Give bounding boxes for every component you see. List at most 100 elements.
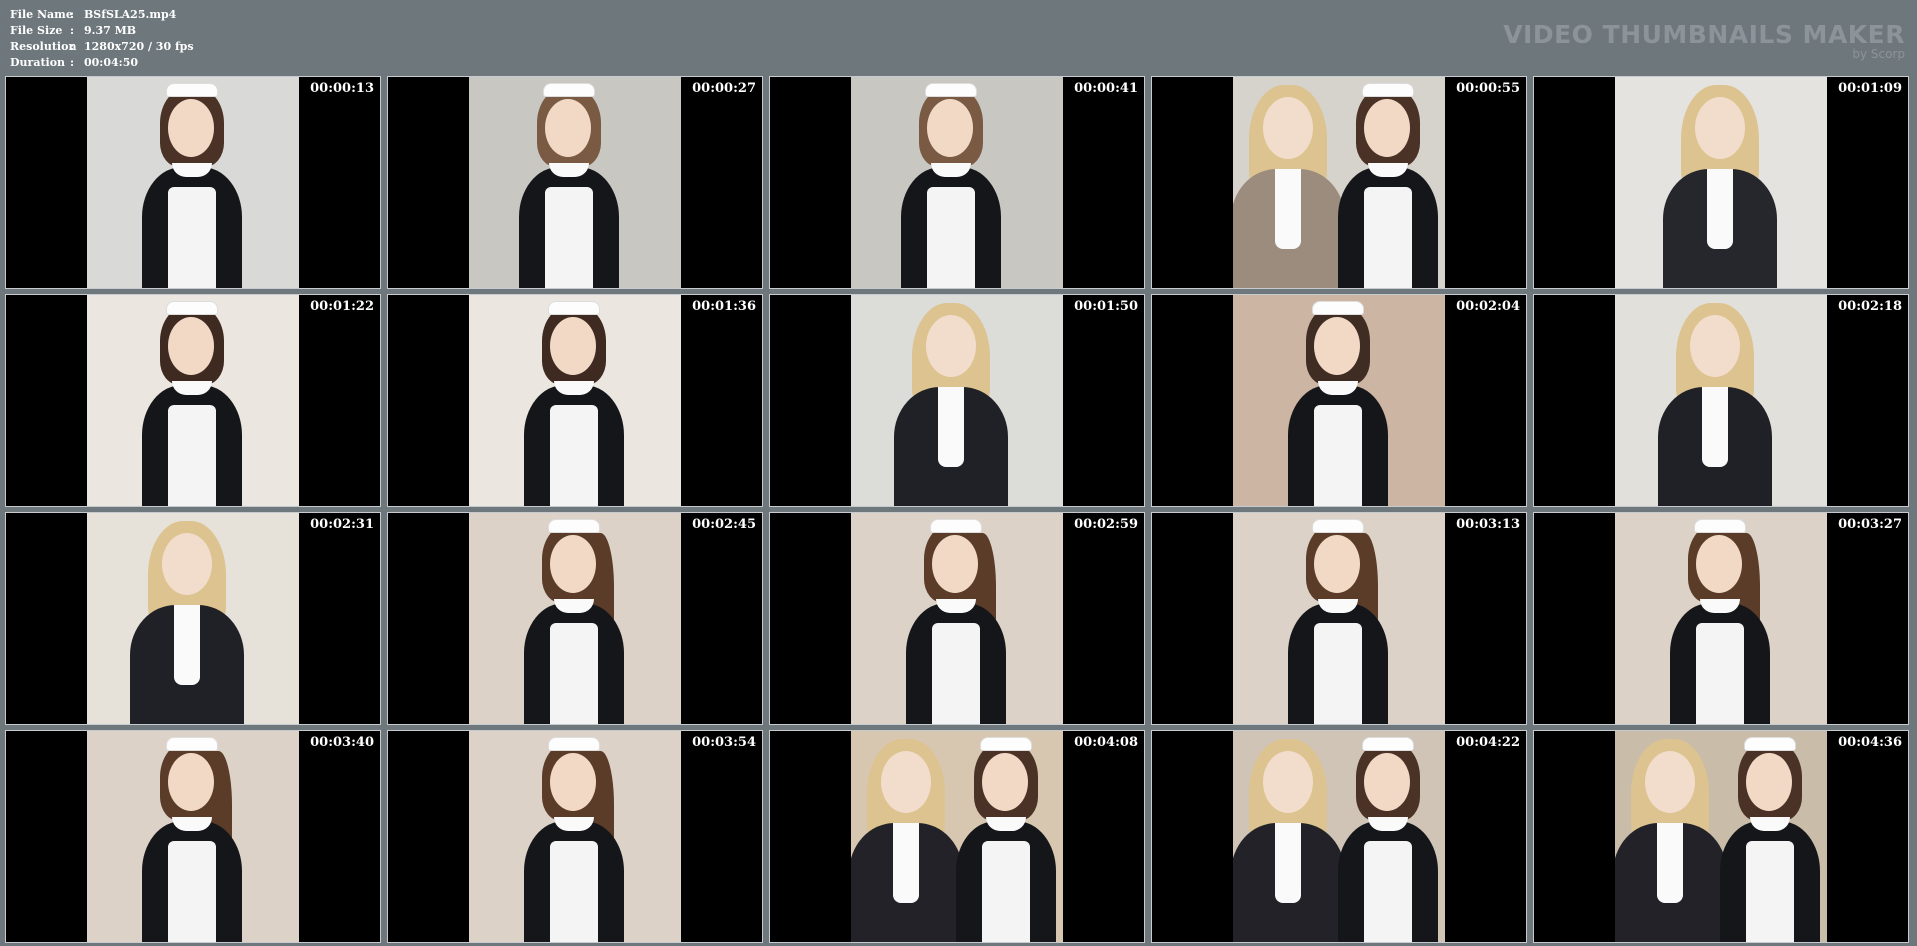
apron [1696, 623, 1744, 724]
video-thumbnail: 00:04:08 [769, 730, 1145, 943]
thumbnail-frame [851, 77, 1063, 288]
maid-figure [1710, 731, 1827, 942]
maid-figure [946, 731, 1063, 942]
maid-headpiece [930, 519, 982, 533]
shirt [1657, 823, 1683, 903]
header: File Name : BSfSLA25.mp4 File Size : 9.3… [0, 0, 1917, 76]
lady-figure [1655, 77, 1785, 288]
timestamp-label: 00:01:22 [310, 299, 374, 314]
thumbnail-frame [469, 731, 681, 942]
maid-headpiece [980, 737, 1032, 751]
apron [1314, 405, 1362, 506]
thumbnail-grid: 00:00:13 00:00:27 00:00:41 00:00:55 00:01:09… [5, 76, 1913, 943]
thumbnail-frame [851, 731, 1063, 942]
maid-headpiece [1362, 83, 1414, 97]
maid-headpiece [1694, 519, 1746, 533]
timestamp-label: 00:01:09 [1838, 81, 1902, 96]
face [168, 317, 214, 375]
shirt [1275, 169, 1301, 249]
video-thumbnail: 00:00:55 [1151, 76, 1527, 289]
face [1696, 535, 1742, 593]
thumbnail-frame [1233, 513, 1445, 724]
video-thumbnail: 00:03:54 [387, 730, 763, 943]
face [1314, 317, 1360, 375]
video-thumbnail: 00:02:04 [1151, 294, 1527, 507]
video-thumbnail: 00:01:09 [1533, 76, 1909, 289]
apron [545, 187, 593, 288]
face [1314, 535, 1360, 593]
thumbnail-frame [1615, 731, 1827, 942]
face [550, 317, 596, 375]
face [1695, 97, 1745, 159]
video-thumbnail: 00:02:45 [387, 512, 763, 725]
duration-row: Duration : 00:04:50 [10, 55, 194, 71]
video-thumbnail: 00:02:31 [5, 512, 381, 725]
maid-figure [1328, 77, 1445, 288]
face [1645, 751, 1695, 813]
shirt [1702, 387, 1728, 467]
shirt [893, 823, 919, 903]
maid-headpiece [925, 83, 977, 97]
timestamp-label: 00:04:36 [1838, 735, 1902, 750]
maid-figure [1328, 731, 1445, 942]
file-name-label: File Name [10, 8, 73, 21]
maid-figure [1660, 513, 1780, 724]
video-thumbnail: 00:01:36 [387, 294, 763, 507]
file-size-row: File Size : 9.37 MB [10, 23, 194, 39]
video-thumbnail: 00:00:41 [769, 76, 1145, 289]
thumbnail-frame [851, 513, 1063, 724]
thumbnail-frame [1615, 77, 1827, 288]
file-size-label: File Size [10, 24, 63, 37]
maid-figure [896, 513, 1016, 724]
face [545, 99, 591, 157]
face [550, 753, 596, 811]
lady-figure [886, 295, 1016, 506]
video-thumbnail: 00:02:59 [769, 512, 1145, 725]
shirt [938, 387, 964, 467]
apron [168, 187, 216, 288]
separator: : [70, 8, 75, 21]
separator: : [70, 24, 75, 37]
face [1746, 753, 1792, 811]
face [1263, 751, 1313, 813]
thumbnail-frame [1615, 513, 1827, 724]
apron [550, 405, 598, 506]
video-thumbnail: 00:00:27 [387, 76, 763, 289]
face [1690, 315, 1740, 377]
face [1364, 99, 1410, 157]
apron [1364, 187, 1412, 288]
lady-figure [122, 513, 252, 724]
shirt [174, 605, 200, 685]
timestamp-label: 00:04:08 [1074, 735, 1138, 750]
timestamp-label: 00:00:55 [1456, 81, 1520, 96]
maid-figure [509, 77, 629, 288]
duration-value: 00:04:50 [84, 56, 139, 69]
maid-figure [132, 731, 252, 942]
duration-label: Duration [10, 56, 66, 69]
maid-headpiece [166, 83, 218, 97]
timestamp-label: 00:02:45 [692, 517, 756, 532]
thumbnail-frame [851, 295, 1063, 506]
timestamp-label: 00:03:54 [692, 735, 756, 750]
thumbnail-frame [87, 513, 299, 724]
face [550, 535, 596, 593]
thumbnail-frame [1615, 295, 1827, 506]
timestamp-label: 00:03:13 [1456, 517, 1520, 532]
maid-headpiece [1744, 737, 1796, 751]
face [168, 753, 214, 811]
video-thumbnail: 00:02:18 [1533, 294, 1909, 507]
resolution-row: Resolution : 1280x720 / 30 fps [10, 39, 194, 55]
maid-headpiece [548, 519, 600, 533]
timestamp-label: 00:01:36 [692, 299, 756, 314]
video-thumbnail: 00:04:36 [1533, 730, 1909, 943]
face [926, 315, 976, 377]
face [982, 753, 1028, 811]
maid-headpiece [166, 737, 218, 751]
maid-headpiece [166, 301, 218, 315]
thumbnail-frame [87, 295, 299, 506]
timestamp-label: 00:02:04 [1456, 299, 1520, 314]
shirt [1275, 823, 1301, 903]
brand-title: VIDEO THUMBNAILS MAKER [1503, 20, 1905, 49]
apron [1314, 623, 1362, 724]
maid-figure [132, 295, 252, 506]
